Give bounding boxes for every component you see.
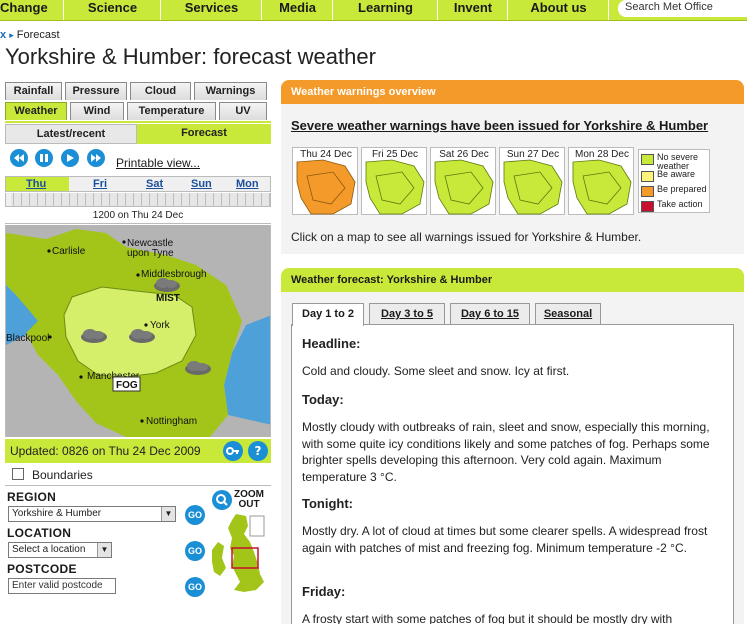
- footer-stub: [5, 618, 8, 624]
- map-label-blackpool: Blackpool: [6, 333, 49, 344]
- tab-pressure[interactable]: Pressure: [65, 82, 127, 100]
- arrow-right-icon: ▸: [9, 30, 14, 40]
- chevron-down-icon: ▼: [161, 507, 175, 521]
- map-label-upon-tyne: upon Tyne: [127, 248, 174, 259]
- region-go-button[interactable]: GO: [185, 505, 205, 525]
- postcode-go-button[interactable]: GO: [185, 577, 205, 597]
- day-fri[interactable]: Fri: [93, 178, 107, 190]
- day-mon[interactable]: Mon: [236, 178, 259, 190]
- warning-map-day-3[interactable]: Sat 26 Dec: [430, 147, 496, 215]
- legend-be-aware: Be aware: [641, 170, 711, 184]
- warning-map-day-1[interactable]: Thu 24 Dec: [292, 147, 358, 215]
- tab-day-1-to-2[interactable]: Day 1 to 2: [292, 303, 364, 326]
- map-label-mist: MIST: [156, 293, 180, 304]
- key-icon[interactable]: [223, 441, 243, 461]
- day-sat[interactable]: Sat: [146, 178, 163, 190]
- day-sun[interactable]: Sun: [191, 178, 212, 190]
- location-go-button[interactable]: GO: [185, 541, 205, 561]
- warnings-headline-link[interactable]: Severe weather warnings have been issued…: [291, 118, 708, 133]
- warnings-instructions: Click on a map to see all warnings issue…: [291, 230, 642, 244]
- nav-item-learning[interactable]: Learning: [334, 0, 438, 20]
- map-label-fog: FOG: [116, 380, 138, 391]
- nav-item-invent[interactable]: Invent: [439, 0, 508, 20]
- tab-day-6-to-15[interactable]: Day 6 to 15: [450, 303, 530, 325]
- headline-text: Cold and cloudy. Some sleet and snow. Ic…: [302, 364, 570, 378]
- close-icon[interactable]: x: [0, 29, 6, 41]
- tab-forecast[interactable]: Forecast: [137, 124, 271, 144]
- warning-map-day-4[interactable]: Sun 27 Dec: [499, 147, 565, 215]
- postcode-label: POSTCODE: [7, 562, 77, 576]
- location-label: LOCATION: [7, 526, 72, 540]
- zoom-out-icon[interactable]: [212, 490, 232, 510]
- hour-slider[interactable]: [5, 193, 271, 207]
- breadcrumb: x ▸ Forecast: [0, 29, 60, 41]
- location-select[interactable]: Select a location ▼: [8, 542, 112, 558]
- nav-item-science[interactable]: Science: [65, 0, 161, 20]
- tab-cloud[interactable]: Cloud: [130, 82, 191, 100]
- tab-latest-recent[interactable]: Latest/recent: [5, 124, 137, 144]
- legend-no-severe: No severe weather: [641, 153, 711, 171]
- tab-day-3-to-5[interactable]: Day 3 to 5: [369, 303, 445, 325]
- tab-rainfall[interactable]: Rainfall: [5, 82, 62, 100]
- search-input[interactable]: Search Met Office: [618, 0, 747, 17]
- boundaries-option[interactable]: Boundaries: [5, 464, 271, 486]
- postcode-input[interactable]: Enter valid postcode: [8, 578, 116, 594]
- tab-divider: [5, 121, 271, 123]
- nav-item-media[interactable]: Media: [263, 0, 333, 20]
- legend-be-prepared: Be prepared: [641, 185, 711, 199]
- play-icon[interactable]: [61, 149, 79, 167]
- region-select[interactable]: Yorkshire & Humber ▼: [8, 506, 176, 522]
- page-title: Yorkshire & Humber: forecast weather: [5, 44, 376, 69]
- top-nav: Change Science Services Media Learning I…: [0, 0, 747, 21]
- tab-temperature[interactable]: Temperature: [127, 102, 216, 120]
- tab-weather[interactable]: Weather: [5, 102, 67, 120]
- pause-icon[interactable]: [35, 149, 53, 167]
- friday-title: Friday:: [302, 584, 346, 599]
- tab-warnings[interactable]: Warnings: [194, 82, 267, 100]
- rewind-icon[interactable]: [10, 149, 28, 167]
- breadcrumb-current[interactable]: Forecast: [17, 29, 60, 41]
- printable-view-link[interactable]: Printable view...: [116, 156, 200, 170]
- uk-locator-map[interactable]: [210, 512, 268, 594]
- region-label: REGION: [7, 490, 57, 504]
- boundaries-label: Boundaries: [32, 468, 93, 482]
- forecast-header: Weather forecast: Yorkshire & Humber: [281, 268, 744, 292]
- headline-title: Headline:: [302, 336, 361, 351]
- nav-item-change[interactable]: Change: [0, 0, 64, 20]
- tonight-text: Mostly dry. A lot of cloud at times but …: [302, 524, 708, 555]
- chevron-down-icon: ▼: [97, 543, 111, 557]
- today-text: Mostly cloudy with outbreaks of rain, sl…: [302, 420, 710, 484]
- map-time-label: 1200 on Thu 24 Dec: [5, 208, 271, 224]
- boundaries-checkbox[interactable]: [12, 468, 24, 480]
- tab-wind[interactable]: Wind: [70, 102, 124, 120]
- weather-map[interactable]: Carlisle Newcastle upon Tyne Middlesbrou…: [5, 225, 271, 437]
- map-label-carlisle: Carlisle: [52, 246, 86, 257]
- friday-text: A frosty start with some patches of fog …: [302, 612, 673, 624]
- map-label-york: York: [150, 320, 171, 331]
- warning-map-day-2[interactable]: Fri 25 Dec: [361, 147, 427, 215]
- map-label-middlesbrough: Middlesbrough: [141, 269, 207, 280]
- today-title: Today:: [302, 392, 344, 407]
- zoom-out-label[interactable]: ZOOM OUT: [234, 490, 264, 510]
- nav-item-services[interactable]: Services: [162, 0, 262, 20]
- warnings-header: Weather warnings overview: [281, 80, 744, 104]
- nav-item-about-us[interactable]: About us: [509, 0, 609, 20]
- tab-uv[interactable]: UV: [219, 102, 267, 120]
- help-icon[interactable]: ?: [248, 441, 268, 461]
- warnings-legend: No severe weather Be aware Be prepared Ta…: [638, 149, 710, 213]
- legend-take-action: Take action: [641, 200, 711, 214]
- page: { "nav": { "items": ["Change", "Science"…: [0, 0, 747, 624]
- fast-forward-icon[interactable]: [87, 149, 105, 167]
- warning-map-day-5[interactable]: Mon 28 Dec: [568, 147, 634, 215]
- map-label-nottingham: Nottingham: [146, 416, 197, 427]
- tab-seasonal[interactable]: Seasonal: [535, 303, 601, 325]
- tonight-title: Tonight:: [302, 496, 354, 511]
- day-thu[interactable]: Thu: [26, 178, 46, 190]
